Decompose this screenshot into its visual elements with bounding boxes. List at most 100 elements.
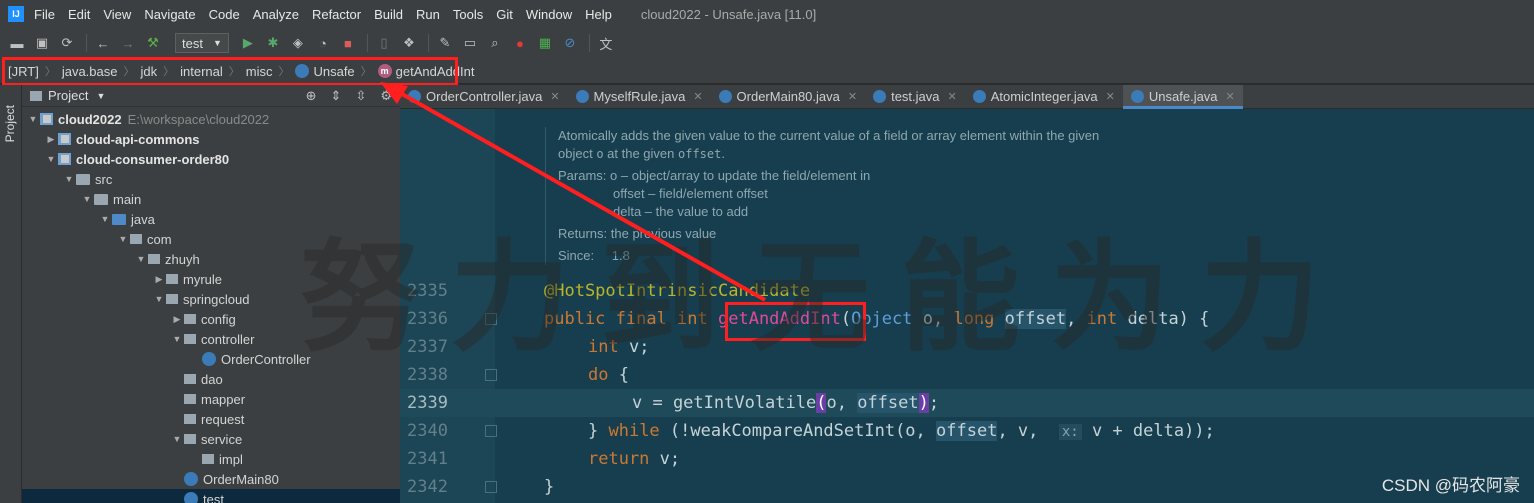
expand-arrow-icon[interactable]: ▶ [44, 134, 58, 145]
tab-test[interactable]: test.java ✕ [865, 85, 965, 109]
menu-analyze[interactable]: Analyze [253, 7, 299, 22]
close-icon[interactable]: ✕ [693, 90, 702, 103]
tree-item[interactable]: ▼ src [22, 169, 400, 189]
code-line[interactable]: 2340 } while (!weakCompareAndSetInt(o, o… [400, 417, 1534, 445]
run-icon[interactable]: ▶ [237, 32, 259, 54]
profile-icon[interactable]: ◔ [312, 32, 334, 54]
expand-arrow-icon[interactable]: ▶ [152, 274, 166, 285]
tree-item[interactable]: request [22, 409, 400, 429]
tree-item[interactable]: impl [22, 449, 400, 469]
tree-item[interactable]: ▼ java [22, 209, 400, 229]
expand-arrow-icon[interactable]: ▼ [116, 234, 130, 244]
expand-arrow-icon[interactable]: ▼ [170, 334, 184, 344]
project-structure-icon[interactable]: ❖ [398, 32, 420, 54]
project-panel-title[interactable]: Project [48, 88, 88, 103]
expand-arrow-icon[interactable]: ▼ [152, 294, 166, 304]
fold-marker-icon[interactable] [485, 313, 497, 325]
attach-icon[interactable]: ▯ [373, 32, 395, 54]
code-line[interactable]: 2336 public final int getAndAddInt(Objec… [400, 305, 1534, 333]
tree-item[interactable]: ▼ zhuyh [22, 249, 400, 269]
expand-arrow-icon[interactable]: ▼ [80, 194, 94, 204]
coverage-icon[interactable]: ◈ [287, 32, 309, 54]
expand-all-icon[interactable]: ⇕ [331, 88, 342, 104]
tree-item[interactable]: ▶ config [22, 309, 400, 329]
tree-item[interactable]: ▼ springcloud [22, 289, 400, 309]
menu-run[interactable]: Run [416, 7, 440, 22]
locate-icon[interactable]: ⊕ [306, 88, 317, 104]
expand-arrow-icon[interactable]: ▼ [134, 254, 148, 264]
debug-icon[interactable]: ✱ [262, 32, 284, 54]
expand-arrow-icon[interactable]: ▶ [170, 314, 184, 325]
tree-item[interactable]: mapper [22, 389, 400, 409]
menu-file[interactable]: File [34, 7, 55, 22]
tab-myself-rule[interactable]: MyselfRule.java ✕ [568, 85, 711, 109]
expand-arrow-icon[interactable]: ▼ [170, 434, 184, 444]
tree-item[interactable]: ▼ com [22, 229, 400, 249]
save-icon[interactable]: ▣ [31, 32, 53, 54]
forward-icon[interactable]: → [117, 32, 139, 54]
tree-item[interactable]: dao [22, 369, 400, 389]
gear-icon[interactable]: ⚙ [380, 88, 392, 104]
close-icon[interactable]: ✕ [1226, 90, 1235, 103]
fold-marker-icon[interactable] [485, 369, 497, 381]
menu-code[interactable]: Code [209, 7, 240, 22]
collapse-all-icon[interactable]: ⇳ [355, 88, 366, 104]
menu-view[interactable]: View [103, 7, 131, 22]
close-icon[interactable]: ✕ [550, 90, 559, 103]
settings-wrench-icon[interactable]: ✎ [434, 32, 456, 54]
tree-item[interactable]: ▼ cloud2022 E:\workspace\cloud2022 [22, 109, 400, 129]
project-tool-button[interactable]: Project [3, 105, 17, 142]
code-line[interactable]: 2338 do { [400, 361, 1534, 389]
menu-build[interactable]: Build [374, 7, 403, 22]
translate-icon[interactable]: 文 [595, 32, 617, 54]
code-line[interactable]: 2337 int v; [400, 333, 1534, 361]
menu-window[interactable]: Window [526, 7, 572, 22]
tree-item[interactable]: ▶ myrule [22, 269, 400, 289]
menu-git[interactable]: Git [496, 7, 513, 22]
block-icon[interactable]: ⊘ [559, 32, 581, 54]
close-icon[interactable]: ✕ [1106, 90, 1115, 103]
expand-arrow-icon[interactable]: ▼ [26, 114, 40, 124]
tree-item[interactable]: OrderController [22, 349, 400, 369]
menu-tools[interactable]: Tools [453, 7, 483, 22]
expand-arrow-icon[interactable]: ▼ [98, 214, 112, 224]
tab-order-controller[interactable]: OrderController.java ✕ [400, 85, 568, 109]
tree-item[interactable]: ▼ cloud-consumer-order80 [22, 149, 400, 169]
tree-item[interactable]: ▼ main [22, 189, 400, 209]
chevron-down-icon[interactable]: ▼ [96, 91, 105, 101]
sync-icon[interactable]: ⟳ [56, 32, 78, 54]
plugin-icon[interactable]: ▦ [534, 32, 556, 54]
menu-help[interactable]: Help [585, 7, 612, 22]
tree-item[interactable]: ▼ service [22, 429, 400, 449]
run-config-selector[interactable]: test ▼ [175, 33, 229, 53]
folder-open-icon[interactable]: ▬ [6, 32, 28, 54]
code-editor[interactable]: Atomically adds the given value to the c… [400, 109, 1534, 503]
search-icon[interactable]: ⌕ [484, 32, 506, 54]
close-icon[interactable]: ✕ [848, 90, 857, 103]
code-line-current[interactable]: 2339 v = getIntVolatile(o, offset); [400, 389, 1534, 417]
tree-item[interactable]: ▼ controller [22, 329, 400, 349]
expand-arrow-icon[interactable]: ▼ [62, 174, 76, 184]
code-line[interactable]: 2341 return v; [400, 445, 1534, 473]
code-line[interactable]: 2342 } [400, 473, 1534, 501]
menu-refactor[interactable]: Refactor [312, 7, 361, 22]
fold-marker-icon[interactable] [485, 481, 497, 493]
tab-unsafe[interactable]: Unsafe.java ✕ [1122, 84, 1243, 109]
tree-item[interactable]: test [22, 489, 400, 503]
back-icon[interactable]: ← [92, 32, 114, 54]
toolbar-divider [427, 34, 429, 52]
fold-marker-icon[interactable] [485, 425, 497, 437]
tab-atomic-integer[interactable]: AtomicInteger.java ✕ [965, 85, 1123, 109]
menu-edit[interactable]: Edit [68, 7, 90, 22]
code-line[interactable]: 2335 @HotSpotIntrinsicCandidate [400, 277, 1534, 305]
expand-arrow-icon[interactable]: ▼ [44, 154, 58, 164]
terminal-icon[interactable]: ▭ [459, 32, 481, 54]
build-hammer-icon[interactable]: ⚒ [142, 32, 164, 54]
menu-navigate[interactable]: Navigate [144, 7, 195, 22]
close-icon[interactable]: ✕ [948, 90, 957, 103]
tree-item[interactable]: ▶ cloud-api-commons [22, 129, 400, 149]
codota-icon[interactable]: ● [509, 32, 531, 54]
tree-item[interactable]: OrderMain80 [22, 469, 400, 489]
stop-icon[interactable]: ■ [337, 32, 359, 54]
tab-order-main80[interactable]: OrderMain80.java ✕ [711, 85, 866, 109]
